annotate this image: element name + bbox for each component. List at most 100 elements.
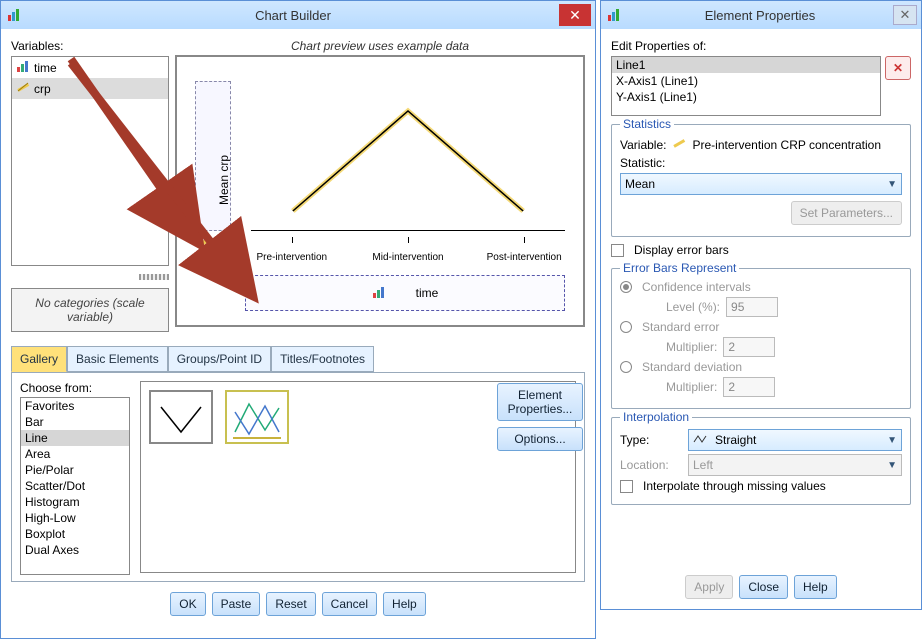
reset-button[interactable]: Reset	[266, 592, 315, 616]
app-icon	[5, 6, 23, 24]
chart-preview: Mean crp Pre-intervention	[175, 55, 585, 327]
help-button[interactable]: Help	[794, 575, 837, 599]
sd-radio	[620, 361, 632, 373]
tab-titles-footnotes[interactable]: Titles/Footnotes	[271, 346, 374, 372]
list-item[interactable]: Bar	[21, 414, 129, 430]
list-item[interactable]: Scatter/Dot	[21, 478, 129, 494]
x-axis-dropzone[interactable]: time	[245, 275, 565, 311]
close-button-bottom[interactable]: Close	[739, 575, 788, 599]
list-item[interactable]: Line1	[612, 57, 880, 73]
interp-type-label: Type:	[620, 433, 682, 447]
statistics-legend: Statistics	[620, 117, 674, 131]
variable-crp[interactable]: crp	[12, 78, 168, 99]
chevron-down-icon: ▼	[887, 435, 897, 446]
variable-label: Variable:	[620, 138, 666, 152]
error-bars-fieldset: Error Bars Represent Confidence interval…	[611, 268, 911, 409]
tab-groups-point-id[interactable]: Groups/Point ID	[168, 346, 271, 372]
list-item[interactable]: Line	[21, 430, 129, 446]
interp-missing-checkbox[interactable]	[620, 480, 633, 493]
element-properties-button[interactable]: Element Properties...	[497, 383, 583, 421]
interp-missing-label: Interpolate through missing values	[643, 479, 826, 493]
display-error-bars-checkbox[interactable]	[611, 244, 624, 257]
set-parameters-button: Set Parameters...	[791, 201, 902, 225]
list-item[interactable]: Boxplot	[21, 526, 129, 542]
list-item[interactable]: Dual Axes	[21, 542, 129, 558]
ci-level-input	[726, 297, 778, 317]
tick-pre: Pre-intervention	[252, 252, 332, 263]
tab-basic-elements[interactable]: Basic Elements	[67, 346, 168, 372]
variable-label: crp	[34, 82, 51, 96]
gallery-multi-line[interactable]	[225, 390, 289, 444]
statistic-label: Statistic:	[620, 156, 665, 170]
no-categories-box: No categories (scale variable)	[11, 288, 169, 332]
window-title: Element Properties	[627, 8, 893, 23]
tab-gallery[interactable]: Gallery	[11, 346, 67, 372]
list-item[interactable]: Area	[21, 446, 129, 462]
window-title: Chart Builder	[27, 8, 559, 23]
gallery-simple-line[interactable]	[149, 390, 213, 444]
paste-button[interactable]: Paste	[212, 592, 261, 616]
chart-type-list[interactable]: Favorites Bar Line Area Pie/Polar Scatte…	[20, 397, 130, 575]
ok-button[interactable]: OK	[170, 592, 205, 616]
cancel-button[interactable]: Cancel	[322, 592, 377, 616]
variables-list[interactable]: time crp	[11, 56, 169, 266]
se-label: Standard error	[642, 320, 719, 334]
chevron-down-icon: ▼	[887, 460, 897, 471]
list-item[interactable]: High-Low	[21, 510, 129, 526]
x-axis-label: time	[416, 286, 439, 300]
y-axis-label: Mean crp	[217, 155, 231, 205]
options-button[interactable]: Options...	[497, 427, 583, 451]
scale-icon	[16, 80, 30, 97]
apply-button: Apply	[685, 575, 733, 599]
no-categories-text: No categories (scale variable)	[14, 296, 166, 324]
app-icon	[605, 6, 623, 24]
interp-location-combo: Left ▼	[688, 454, 902, 476]
chevron-down-icon: ▼	[887, 179, 897, 190]
variable-value: Pre-intervention CRP concentration	[692, 138, 881, 152]
list-item[interactable]: Histogram	[21, 494, 129, 510]
line-chart-svg	[251, 81, 565, 261]
element-list[interactable]: Line1 X-Axis1 (Line1) Y-Axis1 (Line1)	[611, 56, 881, 116]
statistic-combo[interactable]: Mean ▼	[620, 173, 902, 195]
close-button[interactable]: ✕	[893, 5, 917, 25]
interp-type-combo[interactable]: Straight ▼	[688, 429, 902, 451]
tabs: Gallery Basic Elements Groups/Point ID T…	[11, 346, 585, 372]
edit-properties-label: Edit Properties of:	[611, 39, 911, 53]
ci-radio	[620, 281, 632, 293]
interp-location-label: Location:	[620, 458, 682, 472]
tick-mid: Mid-intervention	[368, 252, 448, 263]
sd-mult-label: Multiplier:	[666, 380, 717, 394]
close-button[interactable]: ✕	[559, 4, 591, 26]
se-mult-label: Multiplier:	[666, 340, 717, 354]
help-button[interactable]: Help	[383, 592, 426, 616]
titlebar: Chart Builder ✕	[1, 1, 595, 29]
se-radio	[620, 321, 632, 333]
variable-time[interactable]: time	[12, 57, 168, 78]
interpolation-fieldset: Interpolation Type: Straight ▼ Location:…	[611, 417, 911, 505]
splitter-handle[interactable]	[139, 274, 169, 280]
scale-icon	[195, 235, 211, 254]
interp-location-value: Left	[693, 458, 713, 472]
statistic-value: Mean	[625, 177, 655, 191]
chart-builder-body: Variables: time crp No categories (scale…	[1, 29, 595, 638]
delete-element-button[interactable]: ✕	[885, 56, 911, 80]
list-item[interactable]: Pie/Polar	[21, 462, 129, 478]
titlebar: Element Properties ✕	[601, 1, 921, 29]
ci-label: Confidence intervals	[642, 280, 751, 294]
error-bars-legend: Error Bars Represent	[620, 261, 739, 275]
element-properties-body: Edit Properties of: Line1 X-Axis1 (Line1…	[601, 29, 921, 609]
interpolation-legend: Interpolation	[620, 410, 692, 424]
se-mult-input	[723, 337, 775, 357]
list-item[interactable]: Favorites	[21, 398, 129, 414]
list-item[interactable]: Y-Axis1 (Line1)	[612, 89, 880, 105]
line-zigzag-icon	[693, 433, 709, 447]
plot-area: Pre-intervention Mid-intervention Post-i…	[251, 81, 565, 261]
ci-level-label: Level (%):	[666, 300, 720, 314]
preview-title: Chart preview uses example data	[175, 39, 585, 53]
choose-from-label: Choose from:	[20, 381, 130, 395]
display-error-bars-label: Display error bars	[634, 243, 729, 257]
chart-builder-window: Chart Builder ✕ Variables: time crp No c	[0, 0, 596, 639]
list-item[interactable]: X-Axis1 (Line1)	[612, 73, 880, 89]
variable-label: time	[34, 61, 57, 75]
ordinal-icon	[372, 285, 386, 302]
